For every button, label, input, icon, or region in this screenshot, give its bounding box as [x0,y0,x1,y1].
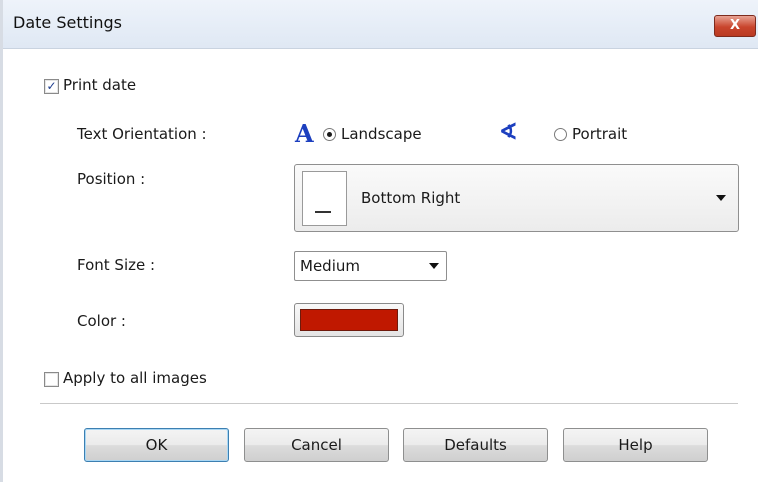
text-orientation-label: Text Orientation : [77,125,207,143]
color-swatch [300,309,398,331]
position-preview-icon [302,171,347,226]
checkmark-icon: ✓ [46,79,57,93]
font-size-value: Medium [300,257,360,275]
ok-button[interactable]: OK [84,428,229,462]
cancel-button[interactable]: Cancel [244,428,389,462]
chevron-down-icon [429,263,439,269]
position-value: Bottom Right [361,189,461,207]
close-icon: X [729,18,741,33]
font-size-dropdown[interactable]: Medium [294,251,447,281]
dialog-body: ✓ Print date Text Orientation : A Landsc… [3,49,758,482]
position-dropdown[interactable]: Bottom Right [294,164,739,232]
font-size-label: Font Size : [77,256,156,274]
apply-all-label: Apply to all images [63,369,207,387]
divider [40,403,738,404]
dialog-title: Date Settings [13,13,122,32]
color-button[interactable] [294,303,404,337]
print-date-label: Print date [63,76,137,94]
color-label: Color : [77,312,126,330]
portrait-text-icon: ∢ [499,119,518,145]
close-button[interactable]: X [714,15,756,37]
title-bar: Date Settings X [3,0,758,49]
chevron-down-icon [716,195,726,201]
portrait-label: Portrait [572,125,628,143]
landscape-text-icon: A [295,119,314,148]
help-button[interactable]: Help [563,428,708,462]
landscape-radio[interactable] [323,128,336,141]
date-settings-dialog: Date Settings X ✓ Print date Text Orient… [0,0,758,482]
apply-all-checkbox[interactable] [44,372,59,387]
position-label: Position : [77,170,146,188]
landscape-label: Landscape [341,125,422,143]
portrait-radio[interactable] [554,128,567,141]
print-date-checkbox[interactable]: ✓ [44,79,59,94]
defaults-button[interactable]: Defaults [403,428,548,462]
